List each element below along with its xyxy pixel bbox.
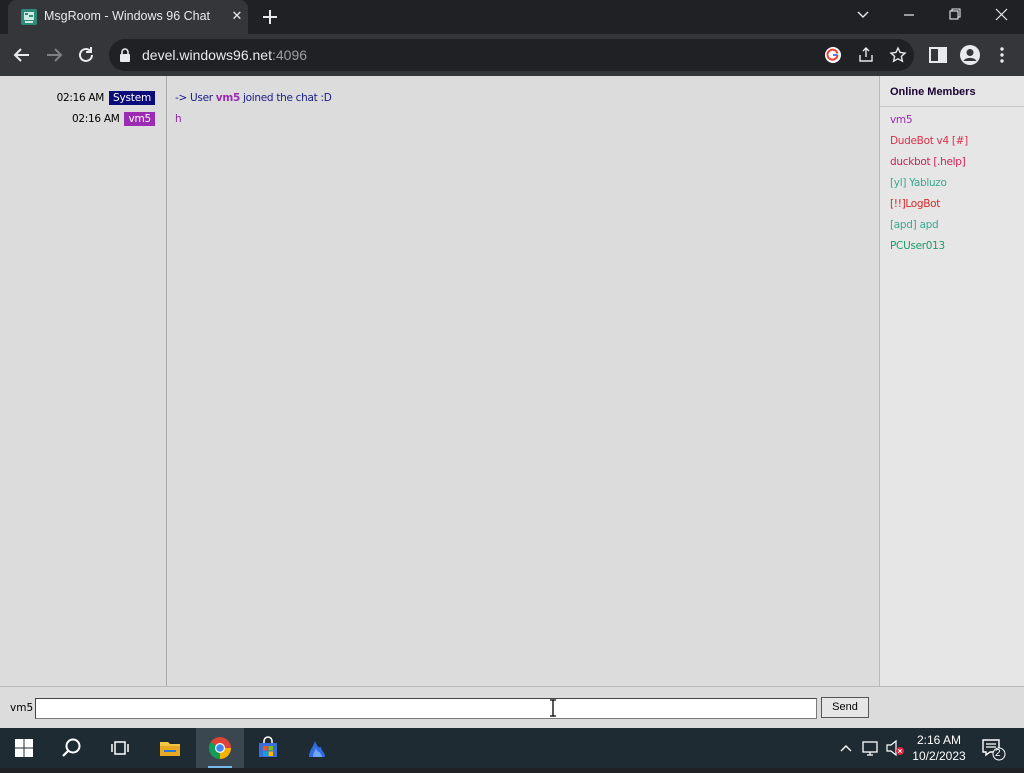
message-meta-column: 02:16 AM System 02:16 AM vm5 bbox=[0, 76, 167, 686]
members-divider bbox=[880, 106, 1024, 107]
tab-close-icon[interactable]: ✕ bbox=[230, 8, 244, 24]
back-icon[interactable] bbox=[10, 43, 34, 67]
member-item[interactable]: duckbot [.help] bbox=[890, 156, 966, 168]
message-input[interactable] bbox=[35, 698, 817, 719]
joined-user-name: vm5 bbox=[215, 92, 241, 104]
member-item[interactable]: PCUser013 bbox=[890, 240, 945, 252]
store-bag-icon bbox=[259, 736, 277, 757]
member-item[interactable]: [apd] apd bbox=[890, 219, 939, 231]
text-cursor-icon bbox=[550, 699, 556, 717]
system-message: -> User vm5 joined the chat :D bbox=[175, 91, 332, 105]
show-hidden-icons-chevron-up-icon[interactable] bbox=[838, 728, 854, 768]
lock-icon[interactable] bbox=[119, 48, 131, 62]
chrome-button[interactable] bbox=[196, 728, 244, 768]
url-text: devel.windows96.net:4096 bbox=[142, 47, 308, 63]
file-explorer-button[interactable] bbox=[146, 728, 194, 768]
notification-center-button[interactable]: 2 bbox=[978, 728, 1008, 768]
taskbar-clock[interactable]: 2:16 AM 10/2/2023 bbox=[904, 732, 974, 764]
restore-icon[interactable] bbox=[932, 0, 978, 32]
blue-app-button[interactable] bbox=[293, 728, 341, 768]
member-item[interactable]: [!!]LogBot bbox=[890, 198, 940, 210]
network-icon[interactable] bbox=[860, 728, 882, 768]
messages-column: -> User vm5 joined the chat :D h bbox=[167, 76, 879, 686]
input-nick-label: vm5 bbox=[10, 702, 34, 714]
msgroom-favicon-icon bbox=[21, 9, 37, 25]
search-button[interactable] bbox=[48, 728, 96, 768]
tab-search-chevron-down-icon[interactable] bbox=[840, 0, 886, 32]
start-button[interactable] bbox=[0, 728, 48, 768]
volume-muted-icon[interactable] bbox=[884, 728, 906, 768]
message-time: 02:16 AM bbox=[72, 113, 120, 125]
nick-badge-system[interactable]: System bbox=[109, 91, 155, 105]
blue-flame-app-icon bbox=[309, 741, 325, 757]
clock-date: 10/2/2023 bbox=[912, 749, 966, 763]
share-icon[interactable] bbox=[857, 46, 875, 64]
task-view-button[interactable] bbox=[96, 728, 144, 768]
msgroom-page: 02:16 AM System 02:16 AM vm5 -> User vm5… bbox=[0, 76, 1024, 728]
close-window-icon[interactable] bbox=[978, 0, 1024, 32]
message-time: 02:16 AM bbox=[56, 92, 105, 104]
bookmark-star-icon[interactable] bbox=[889, 46, 907, 64]
minimize-icon[interactable] bbox=[886, 0, 932, 32]
message-meta-row: 02:16 AM vm5 bbox=[72, 112, 155, 126]
menu-kebab-icon[interactable] bbox=[990, 43, 1014, 67]
notification-icon bbox=[982, 739, 1006, 761]
windows-logo-icon bbox=[15, 739, 33, 757]
reload-icon[interactable] bbox=[74, 43, 98, 67]
tab-strip: MsgRoom - Windows 96 Chat ✕ bbox=[0, 0, 1024, 34]
browser-tab[interactable]: MsgRoom - Windows 96 Chat ✕ bbox=[8, 0, 248, 34]
system-message-suffix: joined the chat :D bbox=[240, 92, 332, 104]
microsoft-store-button[interactable] bbox=[244, 728, 292, 768]
side-panel-icon[interactable] bbox=[926, 43, 950, 67]
send-button[interactable]: Send bbox=[821, 697, 869, 718]
windows-taskbar: 2:16 AM 10/2/2023 2 bbox=[0, 728, 1024, 768]
google-lens-icon[interactable] bbox=[824, 46, 842, 64]
member-item[interactable]: DudeBot v4 [#] bbox=[890, 135, 968, 147]
member-item[interactable]: vm5 bbox=[890, 114, 913, 126]
members-title: Online Members bbox=[890, 86, 976, 98]
message-meta-row: 02:16 AM System bbox=[57, 91, 155, 105]
chat-input-bar: vm5 Send bbox=[0, 686, 1024, 728]
task-view-icon bbox=[111, 741, 129, 755]
clock-time: 2:16 AM bbox=[916, 733, 962, 747]
browser-toolbar: devel.windows96.net:4096 bbox=[0, 34, 1024, 76]
user-message: h bbox=[175, 113, 182, 125]
notification-count: 2 bbox=[995, 748, 1001, 759]
tab-title: MsgRoom - Windows 96 Chat bbox=[44, 9, 211, 23]
nick-badge-user[interactable]: vm5 bbox=[124, 112, 155, 126]
online-members-panel: Online Members vm5 DudeBot v4 [#] duckbo… bbox=[879, 76, 1024, 686]
new-tab-icon[interactable] bbox=[259, 6, 281, 28]
address-bar[interactable]: devel.windows96.net:4096 bbox=[109, 39, 914, 71]
forward-icon[interactable] bbox=[42, 43, 66, 67]
system-message-prefix: -> User bbox=[175, 92, 216, 104]
search-icon bbox=[62, 738, 81, 757]
chrome-icon bbox=[209, 737, 231, 759]
folder-icon bbox=[160, 742, 180, 756]
member-item[interactable]: [yl] Yabluzo bbox=[890, 177, 947, 189]
profile-icon[interactable] bbox=[958, 43, 982, 67]
